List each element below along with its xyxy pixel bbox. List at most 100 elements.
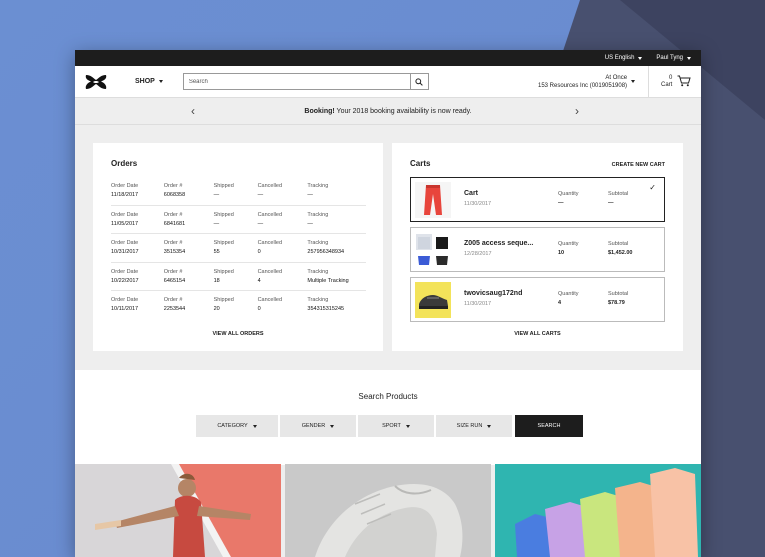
order-date-cell: Order Date 11/18/2017 — [111, 182, 164, 205]
account-selector[interactable]: At Once 153 Resources Inc (0019051908) — [538, 74, 627, 90]
order-date-label: Order Date — [111, 297, 139, 304]
shipped-value: 18 — [213, 277, 220, 284]
shopping-cart-icon[interactable] — [677, 75, 691, 87]
tracking-cell: Tracking Multiple Tracking — [307, 268, 366, 291]
shop-menu[interactable]: SHOP — [135, 78, 163, 85]
orders-panel: Orders Order Date 11/18/2017 Order # 606835… — [93, 143, 383, 351]
cancelled-value: 0 — [257, 306, 261, 313]
order-number-value: 6465154 — [163, 277, 186, 284]
cart-date: 12/28/2017 — [464, 251, 492, 257]
main-header: SHOP At Once 153 Resources Inc (00190519… — [75, 66, 701, 98]
cart-name: Cart — [464, 190, 479, 197]
cart-quantity: Quantity — — [558, 190, 578, 208]
shipped-value: — — [213, 192, 220, 198]
app-window: US English Paul Tyng SHOP At Once — [75, 50, 701, 557]
cart-subtotal: Subtotal $1,452.00 — [608, 240, 632, 258]
account-line1: At Once — [605, 75, 628, 81]
view-all-orders-link[interactable]: VIEW ALL ORDERS — [93, 331, 383, 337]
table-row[interactable]: Order Date 10/11/2017 Order # 2253544 Shippe… — [111, 291, 366, 320]
cancelled-cell: Cancelled 4 — [258, 268, 308, 291]
cart-card[interactable]: twovicsaug172nd 11/30/2017 Quantity 4 Su… — [410, 277, 665, 322]
product-tile-shoe[interactable] — [285, 464, 491, 557]
subtotal-label: Subtotal — [608, 191, 629, 197]
chevron-down-icon — [330, 424, 335, 428]
cancelled-value: 0 — [257, 249, 261, 256]
brand-logo-icon[interactable] — [83, 74, 109, 90]
tracking-label: Tracking — [307, 183, 329, 189]
shipped-label: Shipped — [213, 240, 234, 247]
cart-label: Cart — [661, 82, 673, 88]
tracking-cell: Tracking 354315315245 — [307, 296, 366, 320]
chevron-down-icon — [638, 56, 643, 60]
subtotal-value: $78.79 — [608, 300, 625, 306]
create-new-cart-button[interactable]: CREATE NEW CART — [612, 162, 665, 168]
filter-sport[interactable]: SPORT — [358, 415, 434, 437]
shipped-label: Shipped — [213, 211, 234, 218]
order-number-value: 3515354 — [163, 249, 186, 256]
filter-bar: CATEGORY GENDER SPORT SIZE RUN SEARCH — [196, 415, 583, 437]
table-row[interactable]: Order Date 10/22/2017 Order # 6465154 Shippe… — [111, 263, 366, 292]
user-menu[interactable]: Paul Tyng — [656, 55, 691, 61]
product-tile-shirts[interactable] — [495, 464, 701, 557]
cancelled-label: Cancelled — [257, 240, 283, 247]
utility-bar: US English Paul Tyng — [75, 50, 701, 66]
product-tile-athlete[interactable] — [75, 464, 281, 557]
order-date-cell: Order Date 10/11/2017 — [111, 296, 164, 320]
chevron-left-icon[interactable]: ‹ — [191, 104, 195, 118]
announcement-banner: ‹ Booking! Your 2018 booking availabilit… — [75, 98, 701, 125]
cart-card[interactable]: Cart 11/30/2017 Quantity — Subtotal — ✓ — [410, 177, 665, 222]
filter-gender[interactable]: GENDER — [280, 415, 356, 437]
filter-label: CATEGORY — [217, 423, 248, 429]
shipped-cell: Shipped 18 — [214, 268, 258, 291]
cancelled-label: Cancelled — [257, 183, 283, 189]
order-date-label: Order Date — [111, 211, 139, 218]
cancelled-value: 4 — [257, 277, 261, 284]
chevron-down-icon — [158, 80, 163, 83]
search-input[interactable] — [183, 74, 410, 89]
cart-link[interactable]: 0 Cart — [661, 75, 672, 89]
order-date-value: 11/18/2017 — [111, 192, 139, 198]
table-row[interactable]: Order Date 11/05/2017 Order # 6841681 Shippe… — [111, 206, 366, 235]
subtotal-value: $1,452.00 — [608, 250, 633, 256]
order-date-label: Order Date — [111, 240, 139, 247]
filter-label: GENDER — [301, 423, 326, 429]
tracking-label: Tracking — [307, 297, 329, 304]
filter-category[interactable]: CATEGORY — [196, 415, 278, 437]
language-selector[interactable]: US English — [605, 55, 643, 61]
quantity-label: Quantity — [558, 191, 579, 197]
search-products-title: Search Products — [358, 392, 418, 401]
cancelled-value: — — [257, 220, 264, 227]
user-name: Paul Tyng — [656, 55, 683, 61]
tracking-cell: Tracking — — [307, 182, 366, 205]
filter-size-run[interactable]: SIZE RUN — [436, 415, 512, 437]
order-number-label: Order # — [163, 268, 183, 275]
language-label: US English — [604, 55, 635, 61]
tracking-value: — — [307, 220, 313, 227]
subtotal-label: Subtotal — [608, 241, 629, 247]
table-row[interactable]: Order Date 11/18/2017 Order # 6068358 Shippe… — [111, 177, 366, 206]
filter-label: SPORT — [382, 423, 401, 429]
chevron-down-icon[interactable] — [631, 80, 635, 83]
search-products-button[interactable]: SEARCH — [515, 415, 583, 437]
cart-card[interactable]: Z005 access seque... 12/28/2017 Quantity… — [410, 227, 665, 272]
shop-label: SHOP — [135, 78, 155, 85]
shipped-cell: Shipped 20 — [214, 296, 258, 320]
search-button[interactable] — [409, 74, 428, 89]
search-icon — [415, 77, 424, 86]
cancelled-cell: Cancelled 0 — [258, 296, 308, 320]
order-number-cell: Order # 6841681 — [164, 211, 214, 234]
cancelled-cell: Cancelled 0 — [258, 239, 308, 262]
view-all-carts-link[interactable]: VIEW ALL CARTS — [392, 331, 683, 337]
order-number-cell: Order # 3515354 — [164, 239, 214, 262]
shipped-cell: Shipped — — [214, 182, 258, 205]
quantity-value: — — [558, 200, 564, 206]
table-row[interactable]: Order Date 10/31/2017 Order # 3515354 Shippe… — [111, 234, 366, 263]
order-number-value: 6841681 — [163, 220, 186, 227]
product-thumbnail-apparel-set — [415, 232, 451, 268]
chevron-right-icon[interactable]: › — [575, 104, 579, 118]
quantity-value: 10 — [558, 250, 565, 256]
carts-panel: Carts CREATE NEW CART Cart 11/30/2017 Qu… — [392, 143, 683, 351]
tracking-value: — — [307, 192, 313, 198]
account-line2: 153 Resources Inc (0019051908) — [538, 83, 628, 89]
cart-subtotal: Subtotal $78.79 — [608, 290, 628, 308]
